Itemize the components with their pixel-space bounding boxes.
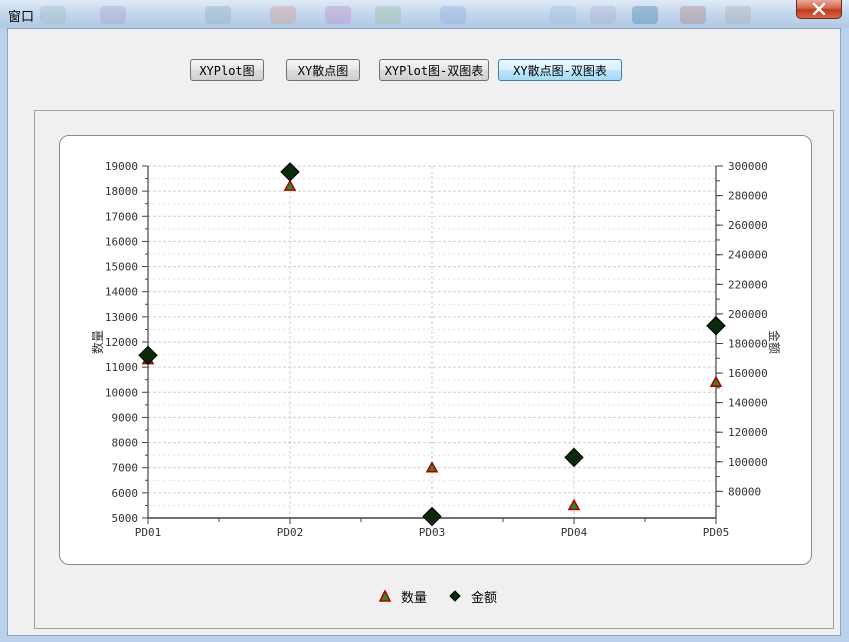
y-left-tick-label: 18000 [105,185,138,198]
blurred-desktop-icon [725,6,751,24]
window-client-area: XYPlot图 XY散点图 XYPlot图-双图表 XY散点图-双图表 5000… [7,28,841,636]
blurred-desktop-icon [100,6,126,24]
quantity-point [709,375,723,388]
x-tick-label: PD04 [561,526,588,539]
y-right-tick-label: 220000 [728,278,768,291]
y-left-tick-label: 12000 [105,336,138,349]
chart-panel: 5000 6000 7000 8000 9000 10000 11000 12000 13000… [34,110,834,629]
y-left-tick-label: 7000 [112,462,139,475]
amount-point [706,316,726,336]
y-right-tick-label: 200000 [728,308,768,321]
y-left-tick-label: 9000 [112,411,139,424]
y-left-tick-label: 6000 [112,487,139,500]
xyplot-dual-chart-button[interactable]: XYPlot图-双图表 [379,59,489,81]
diamond-marker-icon [449,590,461,602]
scatter-chart: 5000 6000 7000 8000 9000 10000 11000 12000 13000… [90,160,782,539]
close-icon [812,3,826,15]
y-right-tick-label: 120000 [728,426,768,439]
window-title: 窗口 [8,10,35,25]
blurred-desktop-icon [205,6,231,24]
blurred-desktop-icon [550,6,576,24]
blurred-desktop-icon [325,6,351,24]
blurred-desktop-icon [270,6,296,24]
quantity-point [283,179,297,191]
chart-legend: 数量 金额 [379,586,511,606]
close-button[interactable] [796,0,842,19]
blurred-desktop-icon [40,6,66,24]
y-left-axis-title: 数量 [90,330,105,354]
y-right-tick-label: 140000 [728,397,768,410]
y-right-tick-label: 100000 [728,456,768,469]
y-left-tick-label: 11000 [105,361,138,374]
y-right-tick-label: 80000 [728,485,761,498]
x-tick-label: PD01 [135,526,162,539]
quantity-point [567,498,581,511]
xy-scatter-dual-chart-button[interactable]: XY散点图-双图表 [498,59,622,81]
blurred-desktop-icon [440,6,466,24]
y-right-tick-label: 160000 [728,367,768,380]
blurred-desktop-icon [590,6,616,24]
y-left-tick-label: 8000 [112,437,139,450]
triangle-marker-icon [379,590,391,602]
x-tick-label: PD03 [419,526,446,539]
chart-plot-area: 5000 6000 7000 8000 9000 10000 11000 12000 13000… [59,135,812,565]
y-left-tick-label: 13000 [105,311,138,324]
blurred-desktop-icon [632,6,658,24]
legend-label-quantity: 数量 [401,590,428,606]
y-left-tick-label: 5000 [112,512,139,525]
y-right-tick-label: 240000 [728,249,768,262]
xy-scatter-button[interactable]: XY散点图 [286,59,360,81]
y-right-axis-title: 金额 [767,330,782,354]
amount-point [564,447,584,468]
y-right-tick-label: 280000 [728,190,768,203]
y-right-tick-label: 300000 [728,160,768,173]
legend-item-amount: 金额 [449,587,497,606]
x-tick-label: PD02 [277,526,304,539]
legend-item-quantity: 数量 [379,587,427,606]
y-left-tick-label: 17000 [105,210,138,223]
y-right-tick-label: 260000 [728,219,768,232]
y-left-tick-label: 10000 [105,386,138,399]
amount-point [422,506,442,527]
y-left-tick-label: 14000 [105,286,138,299]
y-right-tick-label: 180000 [728,337,768,350]
blurred-desktop-icon [680,6,706,24]
y-left-tick-label: 15000 [105,261,138,274]
y-left-tick-label: 19000 [105,160,138,173]
xyplot-button[interactable]: XYPlot图 [190,59,264,81]
legend-label-amount: 金额 [471,590,498,606]
x-tick-label: PD05 [703,526,730,539]
title-bar: 窗口 [0,0,849,28]
amount-point [138,345,158,366]
blurred-desktop-icon [375,6,401,24]
y-left-tick-label: 16000 [105,235,138,248]
